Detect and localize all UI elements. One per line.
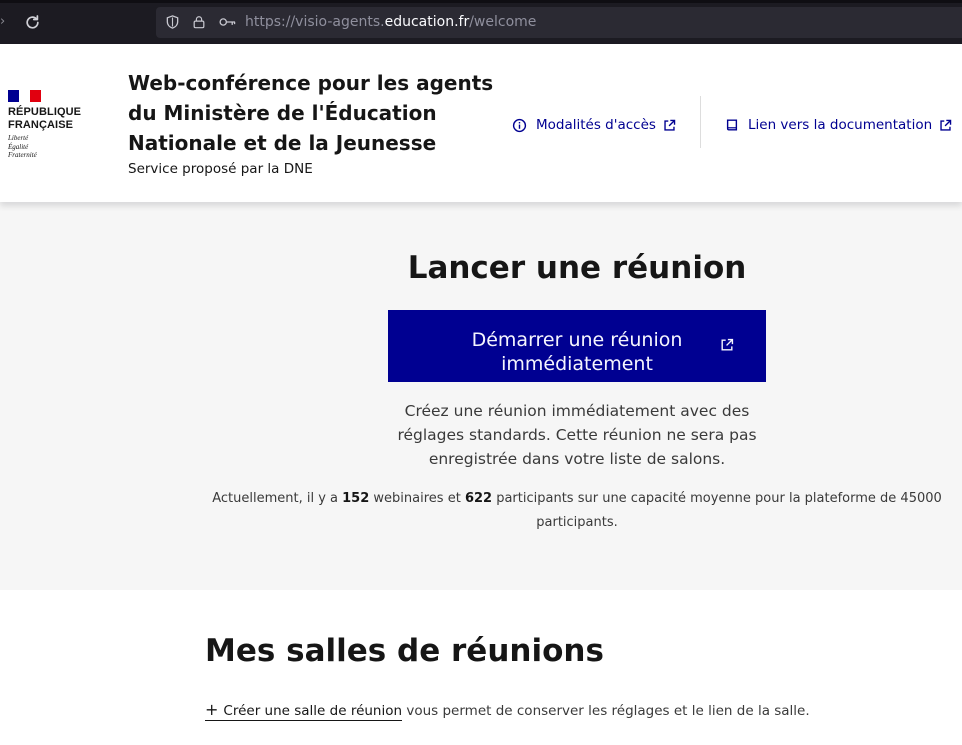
forward-arrow-icon[interactable]: › xyxy=(0,14,5,30)
external-link-icon xyxy=(721,338,734,351)
url-text[interactable]: https://visio-agents.education.fr/welcom… xyxy=(245,14,536,31)
create-room-label: Créer une salle de réunion xyxy=(223,703,403,719)
motto-egalite: Égalité xyxy=(8,142,29,151)
create-room-link[interactable]: + Créer une salle de réunion xyxy=(205,700,403,721)
logo-line-1: RÉPUBLIQUE xyxy=(8,106,82,118)
stats-middle: webinaires et xyxy=(373,491,461,506)
create-room-sentence: + Créer une salle de réunion vous permet … xyxy=(205,698,810,723)
stats-prefix: Actuellement, il y a xyxy=(212,491,338,506)
stats-suffix: participants sur une capacité moyenne po… xyxy=(496,491,942,530)
logo-motto: Liberté Égalité Fraternité xyxy=(8,134,37,160)
access-modalities-label: Modalités d'accès xyxy=(536,117,656,133)
start-meeting-label: Démarrer une réunion immédiatement xyxy=(471,329,683,375)
republique-francaise-logo[interactable]: RÉPUBLIQUE FRANÇAISE Liberté Égalité Fra… xyxy=(8,90,93,160)
shield-icon[interactable] xyxy=(165,14,180,30)
start-meeting-button[interactable]: Démarrer une réunion immédiatement xyxy=(388,310,766,382)
browser-toolbar: › https://visio-agents.education.fr/welc… xyxy=(0,0,962,44)
start-meeting-description: Créez une réunion immédiatement avec des… xyxy=(397,402,757,468)
url-host: education.fr xyxy=(384,14,470,30)
site-title[interactable]: Web-conférence pour les agents du Minist… xyxy=(128,68,498,158)
site-header: RÉPUBLIQUE FRANÇAISE Liberté Égalité Fra… xyxy=(0,44,962,202)
motto-liberte: Liberté xyxy=(8,134,29,142)
external-link-icon xyxy=(940,119,952,131)
key-icon[interactable] xyxy=(219,16,236,28)
launch-meeting-title: Lancer une réunion xyxy=(407,250,747,286)
platform-stats: Actuellement, il y a 152 webinaires et 6… xyxy=(200,487,954,535)
url-path: /welcome xyxy=(469,14,537,30)
reload-icon[interactable] xyxy=(24,14,41,31)
url-bar[interactable]: https://visio-agents.education.fr/welcom… xyxy=(156,7,962,38)
webinar-count: 152 xyxy=(342,491,370,506)
french-flag-icon xyxy=(8,90,41,102)
external-link-icon xyxy=(664,119,676,131)
site-subtitle: Service proposé par la DNE xyxy=(128,161,313,177)
header-link-separator xyxy=(700,96,701,148)
create-room-suffix: vous permet de conserver les réglages et… xyxy=(406,703,810,719)
logo-line-2: FRANÇAISE xyxy=(8,119,74,131)
motto-fraternite: Fraternité xyxy=(8,151,37,159)
my-rooms-title: Mes salles de réunions xyxy=(205,633,604,669)
access-modalities-link[interactable]: Modalités d'accès xyxy=(512,114,676,136)
browser-top-edge xyxy=(0,0,962,3)
launch-meeting-section: Lancer une réunion Démarrer une réunion … xyxy=(0,202,962,590)
plus-icon: + xyxy=(205,700,219,719)
book-icon xyxy=(726,119,738,131)
documentation-label: Lien vers la documentation xyxy=(748,117,933,133)
lock-icon[interactable] xyxy=(192,14,206,30)
url-prefix: https://visio-agents. xyxy=(245,14,385,30)
documentation-link[interactable]: Lien vers la documentation xyxy=(725,114,952,136)
participant-count: 622 xyxy=(464,491,493,506)
info-icon xyxy=(512,118,527,132)
